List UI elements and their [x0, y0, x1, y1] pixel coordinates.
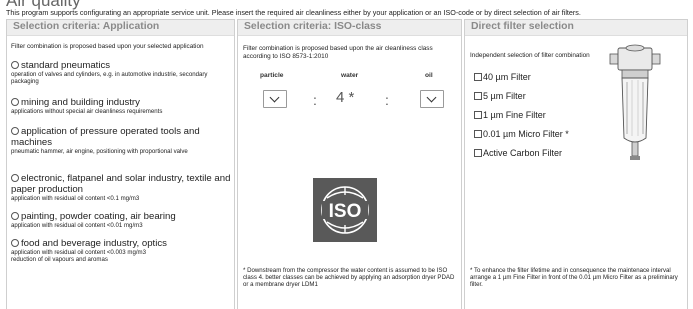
- option-subtitle: operation of valves and cylinders, e.g. …: [11, 71, 208, 85]
- iso-logo: ISO: [313, 178, 377, 242]
- iso-heading: Selection criteria: ISO-class: [238, 20, 461, 36]
- option-subtitle: application with residual oil content <0…: [11, 249, 146, 263]
- option-title: electronic, flatpanel and solar industry…: [11, 173, 231, 195]
- filter-description: Independent selection of filter combinat…: [470, 52, 590, 59]
- filter-option-label: 0.01 µm Micro Filter *: [483, 129, 569, 139]
- option-title: food and beverage industry, optics: [21, 238, 167, 249]
- separator: :: [313, 92, 317, 108]
- filter-option-label: 1 µm Fine Filter: [483, 110, 546, 120]
- option-pressure-tools[interactable]: application of pressure operated tools a…: [11, 126, 233, 155]
- filter-option-5um[interactable]: 5 µm Filter: [474, 91, 526, 101]
- radio-icon[interactable]: [11, 174, 19, 182]
- intro-text: This program supports configurating an a…: [6, 8, 581, 17]
- option-title: painting, powder coating, air bearing: [21, 211, 176, 222]
- radio-icon[interactable]: [11, 61, 19, 69]
- checkbox[interactable]: [474, 92, 482, 100]
- chevron-down-icon: [426, 92, 437, 103]
- option-title: application of pressure operated tools a…: [11, 126, 200, 148]
- application-heading: Selection criteria: Application: [7, 20, 234, 36]
- checkbox[interactable]: [474, 111, 482, 119]
- option-standard-pneumatics[interactable]: standard pneumatics operation of valves …: [11, 60, 233, 85]
- radio-icon[interactable]: [11, 239, 19, 247]
- option-subtitle: application with residual oil content <0…: [11, 222, 143, 229]
- application-panel: Selection criteria: Application Filter c…: [6, 19, 235, 309]
- filter-option-001um[interactable]: 0.01 µm Micro Filter *: [474, 129, 569, 139]
- separator: :: [385, 92, 389, 108]
- water-label: water: [341, 72, 359, 79]
- filter-unit-image: [609, 44, 661, 160]
- option-subtitle: applications without special air cleanli…: [11, 108, 163, 115]
- filter-footnote: * To enhance the filter lifetime and in …: [470, 267, 678, 289]
- particle-label: particle: [260, 72, 284, 79]
- chevron-down-icon: [269, 92, 280, 103]
- iso-footnote: * Downstream from the compressor the wat…: [243, 267, 455, 289]
- radio-icon[interactable]: [11, 127, 19, 135]
- checkbox[interactable]: [474, 73, 482, 81]
- option-painting-coating[interactable]: painting, powder coating, air bearing ap…: [11, 211, 233, 229]
- particle-select[interactable]: [263, 90, 287, 108]
- application-description: Filter combination is proposed based upo…: [11, 43, 204, 50]
- filter-option-carbon[interactable]: Active Carbon Filter: [474, 148, 562, 158]
- filter-option-40um[interactable]: 40 µm Filter: [474, 72, 531, 82]
- oil-label: oil: [425, 72, 433, 79]
- iso-logo-text: ISO: [329, 201, 362, 222]
- filter-heading: Direct filter selection: [465, 20, 687, 36]
- oil-select[interactable]: [420, 90, 444, 108]
- iso-description: Filter combination is proposed based upo…: [243, 45, 433, 60]
- option-title: standard pneumatics: [21, 60, 111, 71]
- filter-panel: Direct filter selection Independent sele…: [464, 19, 688, 309]
- filter-option-1um[interactable]: 1 µm Fine Filter: [474, 110, 546, 120]
- filter-option-label: 5 µm Filter: [483, 91, 526, 101]
- option-title: mining and building industry: [21, 97, 140, 108]
- checkbox[interactable]: [474, 149, 482, 157]
- option-electronic-flatpanel[interactable]: electronic, flatpanel and solar industry…: [11, 173, 233, 202]
- checkbox[interactable]: [474, 130, 482, 138]
- iso-panel: Selection criteria: ISO-class Filter com…: [237, 19, 462, 309]
- filter-option-label: 40 µm Filter: [483, 72, 531, 82]
- water-class-value: 4 *: [336, 89, 355, 106]
- option-mining-building[interactable]: mining and building industry application…: [11, 97, 233, 115]
- option-subtitle: pneumatic hammer, air engine, positionin…: [11, 148, 188, 155]
- option-food-beverage[interactable]: food and beverage industry, optics appli…: [11, 238, 233, 263]
- radio-icon[interactable]: [11, 212, 19, 220]
- option-subtitle: application with residual oil content <0…: [11, 195, 140, 202]
- filter-option-label: Active Carbon Filter: [483, 148, 563, 158]
- radio-icon[interactable]: [11, 98, 19, 106]
